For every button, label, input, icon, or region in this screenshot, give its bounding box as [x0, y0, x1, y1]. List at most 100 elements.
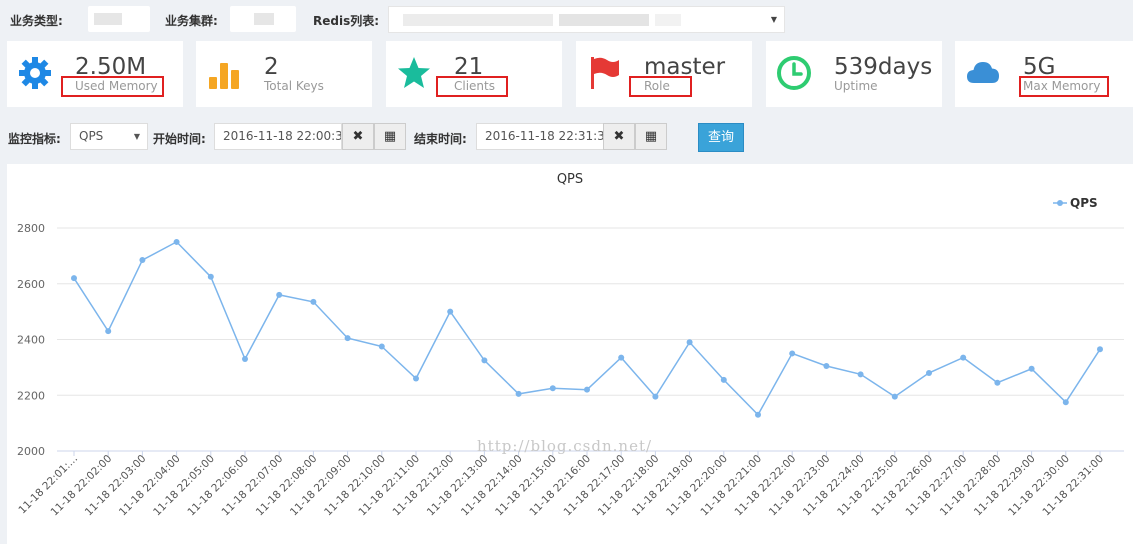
x-tick-label: 11-18 22:06:00 [185, 453, 251, 519]
chevron-down-icon: ▼ [133, 132, 140, 141]
qps-chart-svg: QPS2000220024002600280011-18 22:01:…11-1… [16, 172, 1124, 519]
x-tick-label: 11-18 22:31:00 [1040, 453, 1106, 519]
data-point [515, 390, 522, 397]
x-tick-label: 11-18 22:14:00 [459, 453, 525, 519]
x-tick-label: 11-18 22:08:00 [254, 453, 320, 519]
stat-card-max-memory: 5G Max Memory [955, 41, 1133, 107]
start-time-label: 开始时间: [153, 132, 206, 146]
metric-select[interactable]: QPS ▼ [70, 123, 148, 150]
start-time-input[interactable]: 2016-11-18 22:00:3 [214, 123, 342, 150]
x-tick-label: 11-18 22:13:00 [425, 453, 491, 519]
stat-label: Total Keys [264, 79, 324, 93]
highlight-box [1019, 76, 1109, 97]
x-tick-label: 11-18 22:09:00 [288, 453, 354, 519]
data-point [960, 354, 967, 361]
data-point [1062, 399, 1069, 406]
star-icon [398, 57, 430, 88]
stat-card-total-keys: 2 Total Keys [196, 41, 372, 107]
data-point [891, 393, 898, 400]
data-point [926, 369, 932, 376]
filter-bar: 业务类型: 业务集群: Redis列表: ▼ [0, 0, 1133, 38]
stat-card-clients: 21 Clients [386, 41, 562, 107]
y-tick-label: 2600 [17, 278, 45, 291]
x-tick-label: 11-18 22:27:00 [904, 453, 970, 519]
x-tick-label: 11-18 22:15:00 [493, 453, 559, 519]
x-tick-label: 11-18 22:02:00 [49, 453, 115, 519]
watermark: http://blog.csdn.net/ [477, 437, 653, 455]
x-tick-label: 11-18 22:01:… [16, 453, 80, 517]
x-tick-label: 11-18 22:23:00 [767, 453, 833, 519]
highlight-box [629, 76, 692, 97]
biz-cluster-select[interactable] [230, 6, 296, 32]
y-tick-label: 2000 [17, 445, 45, 458]
y-tick-label: 2400 [17, 334, 45, 347]
qps-chart: QPS 2000 2200 2400 2600 2800 11-18 22:01:… 11-1… [7, 164, 1133, 544]
x-tick-label: 11-18 22:18:00 [596, 453, 662, 519]
data-point [549, 385, 556, 392]
x-tick-label: 11-18 22:07:00 [220, 453, 286, 519]
data-point [857, 371, 864, 378]
legend-label: QPS [1070, 196, 1098, 210]
data-point [105, 328, 112, 335]
close-icon: ✖ [352, 129, 364, 144]
query-button[interactable]: 查询 [698, 123, 744, 152]
data-point [378, 343, 385, 350]
clear-end-button[interactable]: ✖ [603, 123, 635, 150]
data-point [276, 291, 283, 298]
stat-card-used-memory: 2.50M Used Memory [7, 41, 183, 107]
metric-select-value: QPS [79, 129, 104, 143]
x-tick-label: 11-18 22:17:00 [562, 453, 628, 519]
close-icon: ✖ [613, 129, 625, 144]
redis-list-label: Redis列表: [313, 14, 380, 28]
stat-card-uptime: 539days Uptime [766, 41, 942, 107]
data-point [755, 411, 761, 418]
biz-type-select[interactable] [88, 6, 150, 32]
end-time-input[interactable]: 2016-11-18 22:31:3 [476, 123, 604, 150]
data-point [242, 356, 248, 363]
x-tick-label: 11-18 22:20:00 [664, 453, 730, 519]
data-point [994, 379, 1001, 386]
x-tick-label: 11-18 22:03:00 [83, 453, 149, 519]
cloud-icon [967, 62, 999, 83]
metric-label: 监控指标: [8, 132, 61, 146]
data-point [173, 238, 180, 245]
data-point [720, 376, 727, 383]
x-tick-label: 11-18 22:25:00 [835, 453, 901, 519]
biz-type-label: 业务类型: [10, 14, 63, 28]
biz-cluster-label: 业务集群: [165, 14, 218, 28]
end-time-label: 结束时间: [414, 132, 467, 146]
data-point [1028, 365, 1035, 372]
y-tick-label: 2200 [17, 389, 45, 402]
end-calendar-button[interactable]: ▦ [635, 123, 667, 150]
x-tick-label: 11-18 22:12:00 [391, 453, 457, 519]
legend-marker [1057, 200, 1063, 206]
stat-card-role: master Role [576, 41, 752, 107]
data-point [481, 357, 488, 364]
data-point [71, 275, 77, 282]
y-tick-label: 2800 [17, 222, 45, 235]
data-point [310, 298, 317, 305]
data-point [413, 375, 419, 382]
x-tick-label: 11-18 22:04:00 [117, 453, 183, 519]
x-tick-label: 11-18 22:10:00 [322, 453, 388, 519]
calendar-icon: ▦ [644, 129, 658, 144]
data-point [344, 335, 351, 342]
x-tick-label: 11-18 22:29:00 [972, 453, 1038, 519]
chevron-down-icon: ▼ [770, 15, 777, 24]
x-tick-label: 11-18 22:26:00 [869, 453, 935, 519]
x-tick-label: 11-18 22:30:00 [1006, 453, 1072, 519]
start-calendar-button[interactable]: ▦ [374, 123, 406, 150]
data-point [823, 362, 830, 369]
x-tick-label: 11-18 22:21:00 [698, 453, 764, 519]
data-point [686, 339, 693, 346]
data-point [618, 354, 625, 361]
highlight-box [436, 76, 508, 97]
x-tick-label: 11-18 22:22:00 [733, 453, 799, 519]
data-point [1097, 346, 1103, 353]
clear-start-button[interactable]: ✖ [342, 123, 374, 150]
flag-icon [591, 57, 619, 89]
x-tick-label: 11-18 22:24:00 [801, 453, 867, 519]
bar-chart-icon [209, 63, 239, 89]
redis-list-select[interactable]: ▼ [388, 6, 785, 33]
x-tick-label: 11-18 22:16:00 [527, 453, 593, 519]
